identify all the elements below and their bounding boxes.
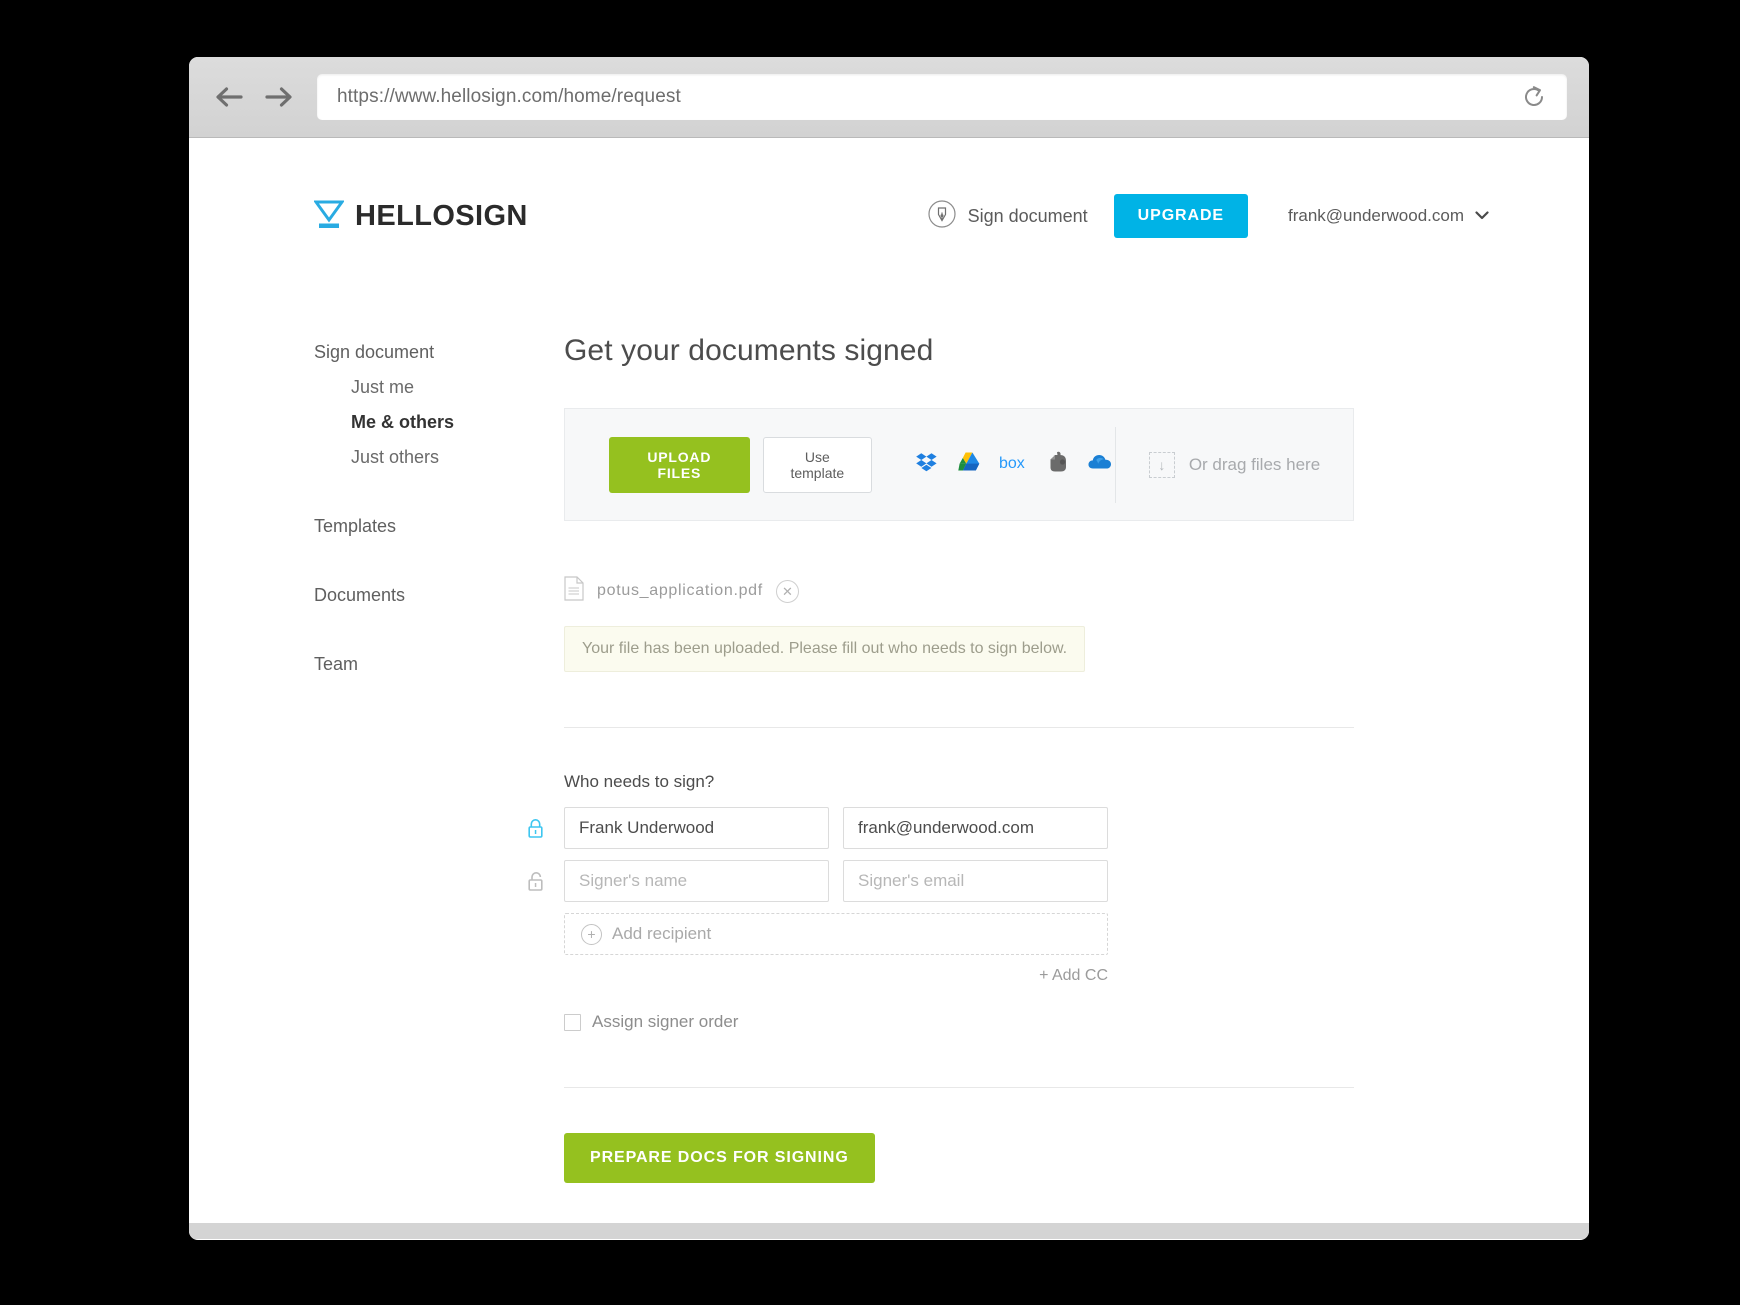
signer-email-input[interactable]: [843, 860, 1108, 902]
onedrive-icon[interactable]: [1087, 450, 1115, 479]
signer-email-input[interactable]: [843, 807, 1108, 849]
sidebar-item-templates[interactable]: Templates: [314, 516, 564, 537]
download-arrow-icon: ↓: [1148, 451, 1175, 478]
triangle-logo-icon: [313, 198, 345, 235]
prepare-docs-button[interactable]: PREPARE DOCS FOR SIGNING: [564, 1133, 875, 1183]
sidebar-item-team[interactable]: Team: [314, 654, 564, 675]
uploaded-file-row: potus_application.pdf ✕: [564, 576, 1354, 606]
cloud-service-icons: box: [915, 450, 1115, 479]
add-cc-link[interactable]: + Add CC: [1039, 967, 1108, 985]
drag-files-label: Or drag files here: [1188, 454, 1321, 474]
upload-notice: Your file has been uploaded. Please fill…: [564, 626, 1086, 672]
add-cc-row: + Add CC: [564, 967, 1108, 985]
document-icon: [564, 576, 584, 606]
window-footer-strip: [189, 1223, 1589, 1239]
lock-open-icon[interactable]: [527, 871, 564, 892]
box-icon[interactable]: box: [999, 450, 1029, 479]
url-text: https://www.hellosign.com/home/request: [337, 86, 681, 107]
sign-document-label: Sign document: [967, 205, 1088, 226]
signer-row: [527, 807, 1354, 849]
assign-signer-order-checkbox[interactable]: [564, 1013, 581, 1031]
assign-signer-order-row: Assign signer order: [564, 1012, 1354, 1032]
who-needs-to-sign-label: Who needs to sign?: [564, 772, 715, 791]
page-title: Get your documents signed: [564, 334, 934, 367]
prepare-section: PREPARE DOCS FOR SIGNING: [564, 1088, 1354, 1183]
dropbox-icon[interactable]: [915, 450, 939, 479]
signer-name-input[interactable]: [564, 860, 829, 902]
drag-drop-zone[interactable]: ↓ Or drag files here: [1116, 451, 1353, 478]
sidebar-item-sign-document[interactable]: Sign document: [314, 342, 564, 363]
sidebar-item-me-and-others[interactable]: Me & others: [351, 412, 564, 433]
evernote-icon[interactable]: [1047, 450, 1069, 479]
google-drive-icon[interactable]: [957, 450, 981, 479]
main-content: Get your documents signed UPLOAD FILES U…: [528, 334, 1464, 1223]
site-header: HELLOSIGN Sign document UPGRADE frank@un…: [189, 138, 1589, 238]
reload-icon[interactable]: [1519, 82, 1549, 112]
user-email-label: frank@underwood.com: [1287, 206, 1464, 225]
sidebar-item-documents[interactable]: Documents: [314, 585, 564, 606]
content-row: Sign document Just me Me & others Just o…: [189, 238, 1589, 1223]
forward-arrow-icon[interactable]: [261, 80, 295, 114]
add-recipient-label: Add recipient: [612, 924, 712, 943]
url-bar[interactable]: https://www.hellosign.com/home/request: [317, 74, 1567, 120]
svg-text:box: box: [999, 455, 1025, 472]
browser-window: https://www.hellosign.com/home/request H…: [189, 57, 1589, 1240]
user-account-menu[interactable]: frank@underwood.com: [1288, 206, 1489, 226]
sidebar-item-just-me[interactable]: Just me: [351, 377, 564, 398]
assign-signer-order-label: Assign signer order: [592, 1012, 739, 1031]
logo-text: HELLOSIGN: [355, 199, 528, 232]
add-recipient-button[interactable]: + Add recipient: [564, 913, 1108, 955]
upgrade-button[interactable]: UPGRADE: [1113, 194, 1248, 238]
pen-nib-icon: [927, 199, 957, 234]
close-circle-icon[interactable]: ✕: [775, 579, 799, 603]
upload-actions: UPLOAD FILES Use template box: [565, 436, 1115, 493]
hellosign-logo[interactable]: HELLOSIGN: [313, 198, 528, 235]
page-viewport: HELLOSIGN Sign document UPGRADE frank@un…: [189, 138, 1589, 1223]
lock-closed-icon[interactable]: [527, 818, 564, 839]
upload-panel: UPLOAD FILES Use template box ↓ Or drag …: [564, 408, 1354, 521]
use-template-button[interactable]: Use template: [762, 436, 872, 493]
signer-name-input[interactable]: [564, 807, 829, 849]
header-actions: Sign document UPGRADE frank@underwood.co…: [927, 194, 1489, 238]
uploaded-file-name: potus_application.pdf: [597, 582, 763, 599]
sidebar-item-just-others[interactable]: Just others: [351, 447, 564, 468]
browser-chrome-bar: https://www.hellosign.com/home/request: [189, 57, 1589, 138]
signers-section: Who needs to sign? Frank Underwood frank…: [528, 728, 1354, 1032]
plus-circle-icon: +: [581, 923, 602, 945]
sidebar-nav: Sign document Just me Me & others Just o…: [314, 334, 564, 1223]
upload-files-button[interactable]: UPLOAD FILES: [609, 436, 750, 493]
browser-nav-arrows: [213, 80, 295, 114]
chevron-down-icon: [1475, 207, 1489, 225]
signer-row: [527, 860, 1354, 902]
back-arrow-icon[interactable]: [213, 80, 247, 114]
sign-document-link[interactable]: Sign document: [927, 199, 1088, 234]
